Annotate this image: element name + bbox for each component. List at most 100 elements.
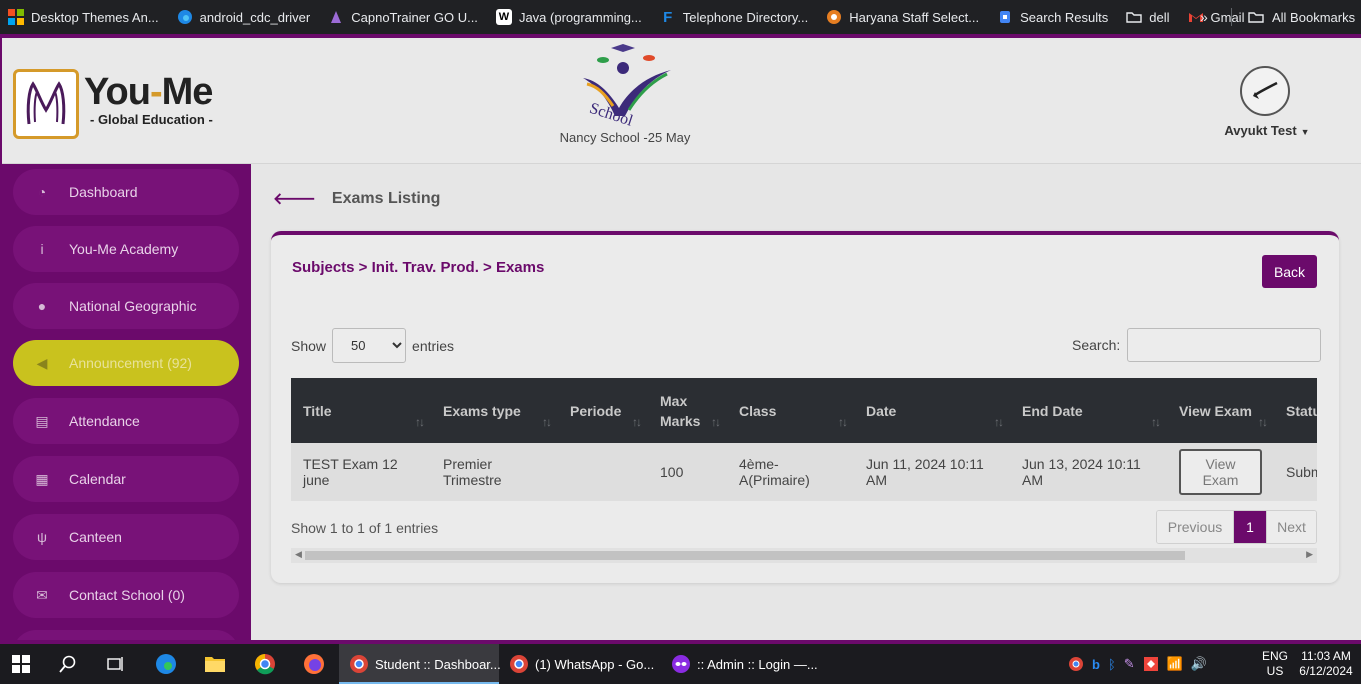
pen-icon[interactable]: ✎	[1124, 656, 1135, 672]
entries-length: Show 50 entries	[291, 328, 454, 363]
cell-title: TEST Exam 12 june	[291, 443, 431, 501]
start-icon[interactable]	[9, 652, 33, 676]
taskbar-app-label: Student :: Dashboar...	[375, 656, 501, 672]
sidebar-item-contact-school-0[interactable]: ✉ Contact School (0)	[13, 572, 239, 618]
task-view-icon[interactable]	[104, 652, 128, 676]
sidebar-item-label: Dashboard	[69, 184, 138, 200]
sidebar-item-label: Calendar	[69, 471, 126, 487]
system-tray: b ᛒ ✎ 📶 🔊	[1068, 644, 1215, 684]
page-title: Exams Listing	[331, 189, 441, 207]
sort-icon: ↑↓	[632, 415, 642, 429]
all-bookmarks-button[interactable]: All Bookmarks	[1248, 9, 1355, 25]
calendar-icon: ▦	[35, 470, 49, 487]
sort-icon: ↑↓	[542, 415, 552, 429]
sidebar-item-label: Canteen	[69, 529, 122, 545]
volume-icon[interactable]: 🔊	[1191, 656, 1207, 672]
sidebar-item-dashboard[interactable]: ◔ Dashboard	[13, 169, 239, 215]
scrollbar-thumb[interactable]	[305, 551, 1185, 560]
bookmark-dell[interactable]: dell	[1126, 9, 1170, 25]
sort-icon: ↑↓	[994, 415, 1004, 429]
user-avatar[interactable]	[1240, 66, 1290, 116]
back-button[interactable]: Back	[1262, 255, 1317, 288]
edge-icon	[177, 9, 193, 25]
sidebar-item-canteen[interactable]: ψ Canteen	[13, 514, 239, 560]
back-arrow-icon[interactable]: 🡐	[273, 188, 316, 209]
sidebar-item-national-geographic[interactable]: ● National Geographic	[13, 283, 239, 329]
pagination-page-1[interactable]: 1	[1234, 511, 1266, 543]
col-end-date[interactable]: End Date ↑↓	[1010, 378, 1167, 443]
column-label: Max Marks	[660, 392, 701, 429]
bookmark-label: dell	[1149, 9, 1170, 25]
firefox-icon[interactable]	[302, 652, 326, 676]
exams-card: Subjects > Init. Trav. Prod. > Exams Bac…	[271, 231, 1339, 583]
wifi-icon[interactable]: 📶	[1167, 656, 1183, 672]
bookmark-telephone[interactable]: F Telephone Directory...	[660, 9, 808, 26]
sidebar-item-announcement-92[interactable]: ◀ Announcement (92)	[13, 340, 239, 386]
user-menu[interactable]: Avyukt Test ▼	[1212, 123, 1322, 138]
language-code: ENG	[1261, 649, 1288, 663]
scroll-left-icon[interactable]: ◀	[295, 549, 302, 560]
bookmark-hssc[interactable]: Haryana Staff Select...	[826, 9, 979, 25]
brand-subtitle: - Global Education -	[90, 112, 213, 127]
system-clock[interactable]: 11:03 AM 6/12/2024	[1296, 649, 1356, 679]
language-indicator[interactable]: ENG US	[1260, 649, 1290, 679]
view-exam-button[interactable]: View Exam	[1179, 449, 1262, 495]
info-icon: i	[40, 241, 44, 257]
entries-label: entries	[412, 337, 455, 354]
col-view-exam[interactable]: View Exam ↑↓	[1167, 378, 1274, 443]
chrome-icon[interactable]	[253, 652, 277, 676]
col-status[interactable]: Status	[1274, 378, 1317, 443]
bookmark-label: Haryana Staff Select...	[849, 9, 980, 25]
windows-taskbar: Student :: Dashboar... (1) WhatsApp - Go…	[0, 644, 1361, 684]
chrome-tray-icon[interactable]	[1068, 656, 1084, 672]
pagination-next[interactable]: Next	[1266, 511, 1316, 543]
bookmark-label: Java (programming...	[518, 9, 642, 25]
bluetooth-icon[interactable]: ᛒ	[1108, 657, 1116, 672]
entries-select[interactable]: 50	[332, 328, 407, 363]
col-title[interactable]: Title ↑↓	[291, 378, 431, 443]
sidebar-item-attendance[interactable]: ▤ Attendance	[13, 398, 239, 444]
col-exams-type[interactable]: Exams type ↑↓	[431, 378, 558, 443]
column-label: Periode	[570, 402, 622, 419]
col-class[interactable]: Class ↑↓	[727, 378, 854, 443]
file-explorer-icon[interactable]	[203, 652, 227, 676]
sidebar-item-calendar[interactable]: ▦ Calendar	[13, 456, 239, 502]
taskbar-app-whatsapp[interactable]: (1) WhatsApp - Go...	[499, 644, 659, 684]
bookmark-desktop-themes[interactable]: Desktop Themes An...	[8, 9, 159, 25]
capno-icon	[328, 9, 344, 25]
bookmark-capnotrainer[interactable]: CapnoTrainer GO U...	[328, 9, 478, 25]
search-icon[interactable]	[56, 652, 80, 676]
school-name: Nancy School -25 May	[559, 130, 691, 145]
sidebar-item-label: Attendance	[69, 413, 140, 429]
search-input[interactable]	[1127, 328, 1322, 362]
sidebar-item-you-me-academy[interactable]: i You-Me Academy	[13, 226, 239, 272]
taskbar-app-admin[interactable]: :: Admin :: Login —...	[661, 644, 818, 684]
bookmark-search-results[interactable]: Search Results	[997, 9, 1108, 25]
bookmark-java[interactable]: W Java (programming...	[495, 9, 642, 25]
col-max-marks[interactable]: Max Marks ↑↓	[648, 378, 727, 443]
bookmark-label: android_cdc_driver	[199, 9, 311, 25]
sidebar-item-more[interactable]	[13, 630, 239, 640]
youme-logo-icon[interactable]	[13, 69, 79, 139]
taskbar-app-student[interactable]: Student :: Dashboar...	[339, 644, 501, 684]
pagination-previous[interactable]: Previous	[1157, 511, 1234, 543]
scroll-right-icon[interactable]: ▶	[1306, 549, 1313, 560]
edge-icon[interactable]	[154, 652, 178, 676]
bing-icon[interactable]: b	[1092, 657, 1100, 672]
app-frame: You-Me - Global Education - School Nancy…	[0, 38, 1361, 640]
anydesk-icon[interactable]	[1143, 656, 1159, 672]
clock-date: 6/12/2024	[1299, 664, 1353, 678]
bookmark-android-cdc[interactable]: android_cdc_driver	[177, 9, 311, 25]
bookmarks-overflow-icon[interactable]: »	[1200, 9, 1208, 25]
table-search: Search:	[1072, 328, 1322, 362]
table-scroll-area: Title ↑↓ Exams type ↑↓ Periode ↑↓ Max Marks…	[291, 378, 1317, 501]
column-label: Exams type	[443, 402, 521, 419]
bookmark-gmail[interactable]: Gmail	[1188, 9, 1245, 25]
horizontal-scrollbar[interactable]: ◀ ▶	[291, 548, 1317, 563]
sort-icon: ↑↓	[1151, 415, 1161, 429]
user-name: Avyukt Test	[1224, 123, 1297, 138]
col-periode[interactable]: Periode ↑↓	[558, 378, 648, 443]
cell-class: 4ème-A(Primaire)	[727, 443, 854, 501]
col-date[interactable]: Date ↑↓	[854, 378, 1010, 443]
bookmark-label: Gmail	[1210, 9, 1245, 25]
